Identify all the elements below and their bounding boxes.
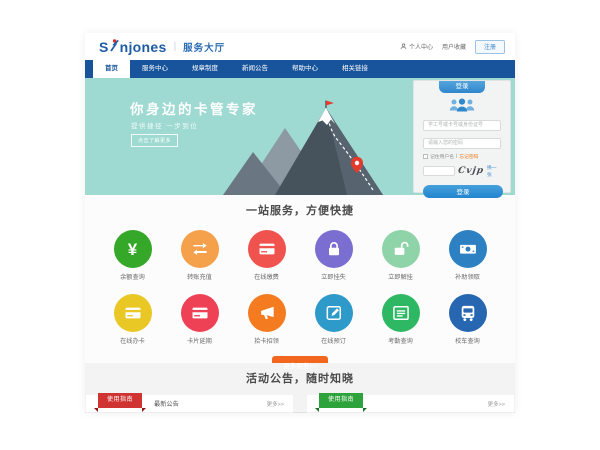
service-item[interactable]: 考勤查询: [367, 294, 434, 345]
forgot-password-link[interactable]: 忘记密码: [459, 153, 478, 160]
logo-bolt-icon: [110, 39, 119, 55]
login-submit-button[interactable]: 登录: [423, 185, 503, 198]
nav-item-3[interactable]: 新闻公告: [230, 60, 280, 78]
nav-item-0[interactable]: 首页: [93, 60, 130, 78]
nav-item-1[interactable]: 服务中心: [130, 60, 180, 78]
captcha-input[interactable]: [423, 166, 455, 176]
card-icon: [181, 294, 219, 332]
service-label: 卡片延期: [166, 336, 233, 345]
service-item[interactable]: 立即挂失: [300, 230, 367, 281]
divider: |: [174, 41, 177, 52]
unlock-icon: [382, 230, 420, 268]
service-label: 考勤查询: [367, 336, 434, 345]
schedule-icon: [382, 294, 420, 332]
separator: |: [456, 154, 457, 159]
service-item[interactable]: 卡片延期: [166, 294, 233, 345]
card-icon: [114, 294, 152, 332]
service-item[interactable]: 在线预订: [300, 294, 367, 345]
announcements-section: 活动公告，随时知晓 使用指南 最新公告 更多>> 使用指南 更多>>: [85, 363, 515, 413]
bus-icon: [449, 294, 487, 332]
services-section: 一站服务，方便快捷 ¥ 余额查询转账充值在线缴费立即挂失立即解挂补助领取在线办卡卡…: [85, 195, 515, 363]
login-tab[interactable]: 登录: [439, 81, 485, 93]
more-link[interactable]: 更多>>: [267, 400, 284, 408]
lock-icon: [315, 230, 353, 268]
captcha-refresh-link[interactable]: 换一张: [487, 164, 501, 178]
banknote-icon: [449, 230, 487, 268]
service-item[interactable]: 立即解挂: [367, 230, 434, 281]
usage-guide-tab[interactable]: 使用指南: [319, 393, 363, 408]
megaphone-icon: [248, 294, 286, 332]
service-label: 校车查询: [434, 336, 501, 345]
captcha-image[interactable]: Cvjp: [457, 166, 484, 176]
password-input[interactable]: [423, 138, 501, 149]
user-icon: [400, 43, 407, 50]
remember-checkbox[interactable]: [423, 154, 428, 159]
top-header: S njones | 服务大厅 个人中心 用户收藏 注册: [85, 33, 515, 60]
service-item[interactable]: 在线办卡: [99, 294, 166, 345]
hero-subtitle: 提供捷径 一步到位: [131, 120, 198, 130]
hero-cta-button[interactable]: 点击了解更多: [131, 134, 178, 147]
login-panel: 登录 记住用户名 | 忘记密码 Cvjp 换一张 登录: [413, 80, 511, 193]
personal-center-link[interactable]: 个人中心: [400, 42, 433, 51]
site-name: 服务大厅: [183, 40, 225, 54]
service-item[interactable]: 在线缴费: [233, 230, 300, 281]
services-grid: ¥ 余额查询转账充值在线缴费立即挂失立即解挂补助领取在线办卡卡片延期拾卡招领在线预…: [85, 218, 515, 345]
guide-panel-left: 使用指南 最新公告 更多>>: [86, 395, 293, 413]
users-icon: [423, 97, 501, 113]
hero-banner: 你身边的卡管专家 提供捷径 一步到位 点击了解更多 登录: [85, 78, 515, 195]
service-item[interactable]: ¥ 余额查询: [99, 230, 166, 281]
header-links: 个人中心 用户收藏 注册: [400, 40, 505, 54]
service-label: 在线办卡: [99, 336, 166, 345]
service-label: 在线预订: [300, 336, 367, 345]
service-item[interactable]: 拾卡招领: [233, 294, 300, 345]
guide-panel-right: 使用指南 更多>>: [307, 395, 514, 413]
transfer-icon: [181, 230, 219, 268]
usage-guide-tab[interactable]: 使用指南: [98, 393, 142, 408]
service-label: 补助领取: [434, 272, 501, 281]
mountain-illustration: [223, 100, 408, 195]
remember-label: 记住用户名: [430, 153, 454, 160]
service-item[interactable]: 校车查询: [434, 294, 501, 345]
logo-text: S: [99, 39, 109, 55]
credit-card-icon: [248, 230, 286, 268]
nav-item-5[interactable]: 相关链接: [330, 60, 380, 78]
service-label: 余额查询: [99, 272, 166, 281]
service-label: 立即挂失: [300, 272, 367, 281]
logo-text: njones: [120, 39, 167, 55]
service-item[interactable]: 转账充值: [166, 230, 233, 281]
yen-icon: ¥: [114, 230, 152, 268]
main-nav: 首页服务中心规章制度新闻公告帮助中心相关链接: [85, 60, 515, 78]
nav-item-2[interactable]: 规章制度: [180, 60, 230, 78]
user-favorites-link[interactable]: 用户收藏: [442, 42, 466, 51]
latest-announcements-tab[interactable]: 最新公告: [154, 399, 179, 408]
site-page: S njones | 服务大厅 个人中心 用户收藏 注册 首页服务中心规章制度新…: [85, 33, 515, 413]
service-label: 拾卡招领: [233, 336, 300, 345]
services-title: 一站服务，方便快捷: [85, 202, 515, 218]
more-link[interactable]: 更多>>: [488, 400, 505, 408]
service-item[interactable]: 补助领取: [434, 230, 501, 281]
service-label: 立即解挂: [367, 272, 434, 281]
register-button[interactable]: 注册: [475, 40, 505, 54]
logo[interactable]: S njones: [99, 39, 167, 55]
announcements-title: 活动公告，随时知晓: [85, 370, 515, 386]
service-label: 在线缴费: [233, 272, 300, 281]
edit-icon: [315, 294, 353, 332]
nav-item-4[interactable]: 帮助中心: [280, 60, 330, 78]
service-label: 转账充值: [166, 272, 233, 281]
username-input[interactable]: [423, 120, 501, 131]
